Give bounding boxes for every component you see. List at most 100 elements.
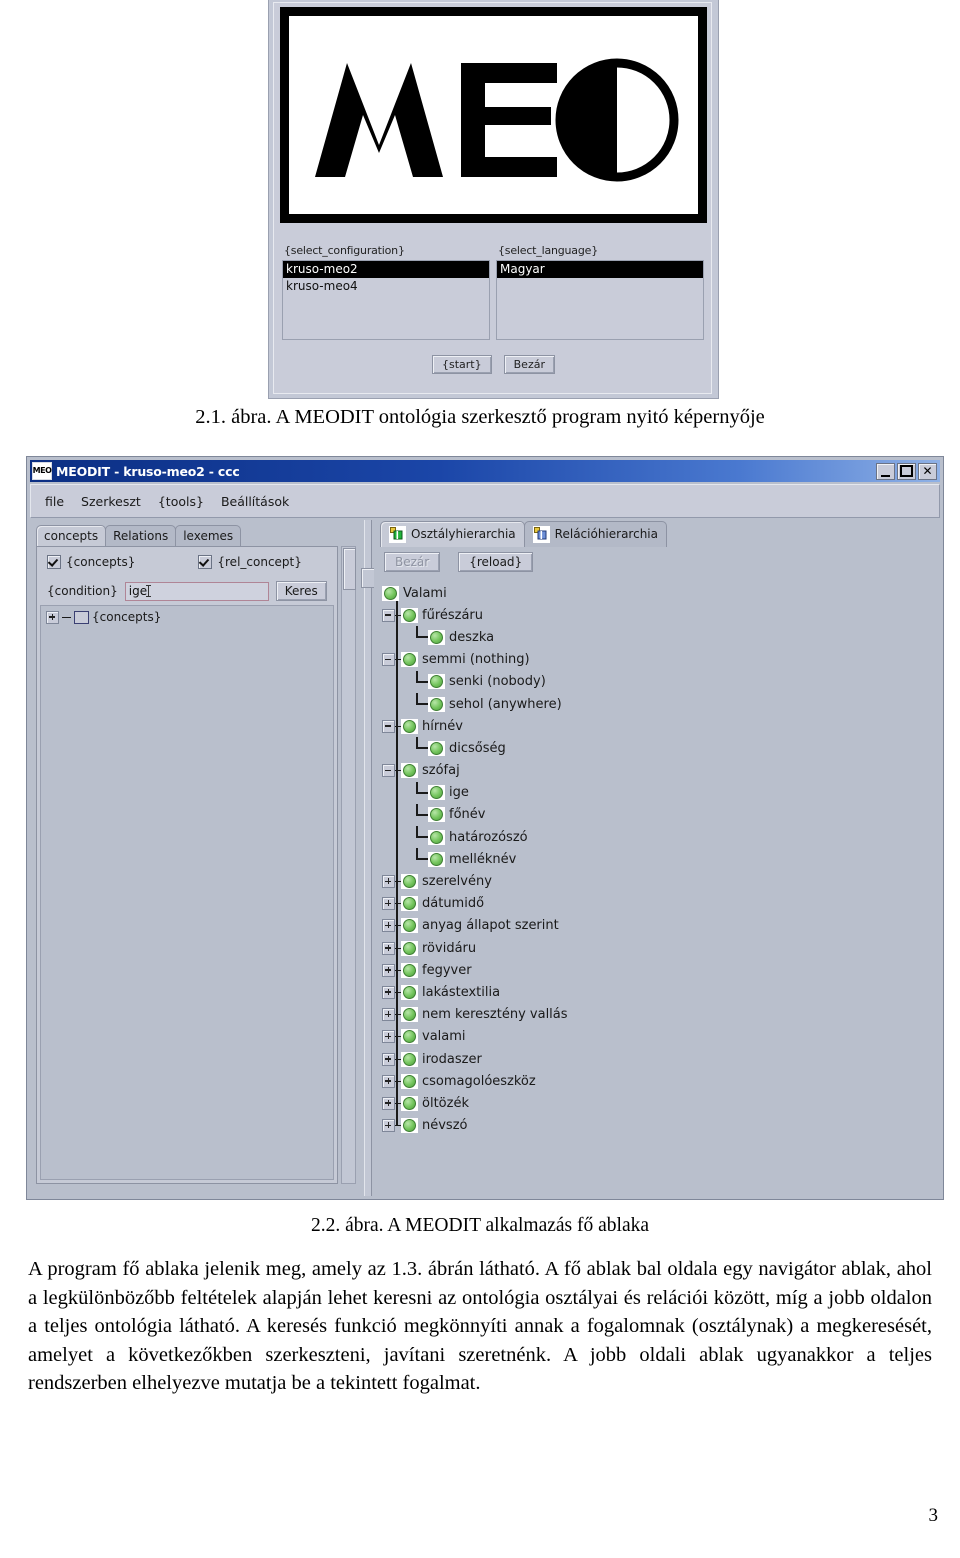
tree-row[interactable]: lakástextilia — [380, 981, 934, 1003]
configuration-list[interactable]: kruso-meo2 kruso-meo4 — [282, 260, 490, 340]
search-row: {condition} ige Keres — [37, 569, 337, 601]
tab-lexemes[interactable]: lexemes — [175, 525, 242, 547]
expand-toggle-icon[interactable] — [382, 963, 395, 977]
rel-concept-checkbox[interactable] — [198, 555, 213, 569]
ontology-tree[interactable]: Valami fűrészáru deszka semmi (nothing) senk… — [380, 582, 934, 1190]
panel-splitter[interactable] — [360, 520, 375, 1196]
collapse-toggle-icon[interactable] — [382, 653, 395, 667]
search-input[interactable]: ige — [124, 581, 269, 601]
tree-elbow — [412, 626, 428, 648]
tree-row[interactable]: senki (nobody) — [380, 670, 934, 693]
tree-row[interactable]: dicsőség — [380, 737, 934, 759]
body-paragraph: A program fő ablaka jelenik meg, amely a… — [28, 1258, 932, 1394]
list-item[interactable]: Magyar — [497, 261, 703, 278]
menu-item-beallitasok[interactable]: Beállítások — [221, 494, 289, 509]
concepts-checkbox-label: {concepts} — [66, 555, 136, 569]
close-button[interactable]: Bezár — [503, 354, 555, 374]
expand-toggle-icon[interactable] — [382, 1096, 395, 1110]
splash-button-row: {start} Bezár — [274, 348, 713, 380]
tree-row-label: névszó — [422, 1118, 468, 1134]
tree-row[interactable]: szerelvény — [380, 870, 934, 892]
tree-row[interactable]: szófaj — [380, 760, 934, 782]
close-icon[interactable]: ✕ — [918, 462, 937, 480]
tab-relaciohierarchia[interactable]: Relációhierarchia — [523, 521, 667, 547]
list-item[interactable]: kruso-meo4 — [283, 278, 489, 295]
expand-toggle-icon[interactable] — [382, 919, 395, 933]
concepts-checkbox[interactable] — [47, 555, 61, 569]
expand-toggle-icon[interactable] — [382, 941, 395, 955]
language-list[interactable]: Magyar — [496, 260, 704, 340]
reload-button[interactable]: {reload} — [458, 552, 534, 572]
expand-toggle-icon[interactable] — [382, 1119, 395, 1133]
tree-row[interactable]: rövidáru — [380, 937, 934, 959]
maximize-icon[interactable] — [897, 462, 916, 480]
concept-node-icon — [430, 808, 443, 822]
concepts-result-tree[interactable]: {concepts} — [40, 605, 334, 1180]
tree-row-label: szerelvény — [422, 874, 492, 890]
tab-relations[interactable]: Relations — [105, 525, 177, 547]
page-number: 3 — [928, 1505, 939, 1526]
tab-osztalyhierarchia[interactable]: Osztályhierarchia — [380, 521, 525, 547]
tree-row[interactable]: főnév — [380, 803, 934, 826]
expand-toggle-icon[interactable] — [382, 1074, 395, 1088]
ontology-panel: Osztályhierarchia Relációhierarchia Bezá… — [374, 520, 940, 1196]
expand-toggle-icon[interactable] — [382, 1052, 395, 1066]
node-icon-wrapper — [401, 874, 418, 890]
expand-toggle-icon[interactable] — [382, 985, 395, 999]
tree-row[interactable]: dátumidő — [380, 893, 934, 915]
tree-row[interactable]: sehol (anywhere) — [380, 693, 934, 715]
tree-row[interactable]: határozószó — [380, 826, 934, 848]
figure-1-caption: 2.1. ábra. A MEODIT ontológia szerkesztő… — [195, 406, 765, 428]
tree-row[interactable]: semmi (nothing) — [380, 649, 934, 671]
language-label: {select_language} — [498, 244, 598, 257]
expand-toggle-icon[interactable] — [382, 1008, 395, 1022]
tree-row[interactable]: csomagolóeszköz — [380, 1070, 934, 1092]
menu-item-szerkeszt[interactable]: Szerkeszt — [81, 494, 141, 509]
list-item[interactable]: kruso-meo2 — [283, 261, 489, 278]
tree-row-label: öltözék — [422, 1095, 469, 1111]
bezar-button[interactable]: Bezár — [384, 552, 441, 572]
condition-label: {condition} — [47, 584, 118, 598]
start-button[interactable]: {start} — [432, 354, 492, 374]
tree-row[interactable]: nem keresztény vallás — [380, 1004, 934, 1026]
scrollbar-thumb[interactable] — [343, 548, 356, 590]
menu-item-tools[interactable]: {tools} — [158, 494, 204, 509]
expand-toggle-icon[interactable] — [46, 610, 59, 624]
tree-row[interactable]: melléknév — [380, 848, 934, 870]
tree-row[interactable]: {concepts} — [41, 610, 333, 624]
navigator-scrollbar[interactable] — [341, 546, 356, 1184]
tree-row-label: anyag állapot szerint — [422, 918, 559, 934]
tree-row[interactable]: fűrészáru — [380, 604, 934, 626]
tree-row-label: főnév — [449, 807, 486, 823]
tree-row[interactable]: anyag állapot szerint — [380, 915, 934, 937]
collapse-toggle-icon[interactable] — [382, 719, 395, 733]
tree-row[interactable]: ige — [380, 781, 934, 804]
minimize-icon[interactable] — [876, 462, 895, 480]
tree-row[interactable]: valami — [380, 1026, 934, 1048]
tree-elbow — [412, 826, 428, 848]
tree-row[interactable]: névszó — [380, 1115, 934, 1137]
expand-toggle-icon[interactable] — [382, 1030, 395, 1044]
tree-row[interactable]: deszka — [380, 626, 934, 648]
tree-row-label: semmi (nothing) — [422, 652, 530, 668]
splitter-grip[interactable] — [361, 568, 375, 588]
tree-row[interactable]: irodaszer — [380, 1048, 934, 1070]
expand-toggle-icon[interactable] — [382, 875, 395, 889]
tab-concepts[interactable]: concepts — [36, 525, 107, 547]
tree-row[interactable]: öltözék — [380, 1092, 934, 1114]
tree-row[interactable]: fegyver — [380, 959, 934, 981]
search-button[interactable]: Keres — [275, 581, 327, 601]
expand-toggle-icon[interactable] — [382, 897, 395, 911]
concept-node-icon — [403, 608, 416, 622]
body-text: A program fő ablaka jelenik meg, amely a… — [28, 1255, 932, 1398]
tree-row-label: dátumidő — [422, 896, 485, 912]
tree-row[interactable]: Valami — [380, 582, 934, 604]
collapse-toggle-icon[interactable] — [382, 764, 395, 778]
collapse-toggle-icon[interactable] — [382, 608, 395, 622]
concept-node-icon — [403, 1096, 416, 1110]
concept-node-icon — [403, 1119, 416, 1133]
tab-osztalyhierarchia-label: Osztályhierarchia — [411, 527, 516, 541]
search-input-value: ige — [128, 584, 148, 598]
tree-row[interactable]: hírnév — [380, 715, 934, 737]
menu-item-file[interactable]: file — [45, 494, 64, 509]
